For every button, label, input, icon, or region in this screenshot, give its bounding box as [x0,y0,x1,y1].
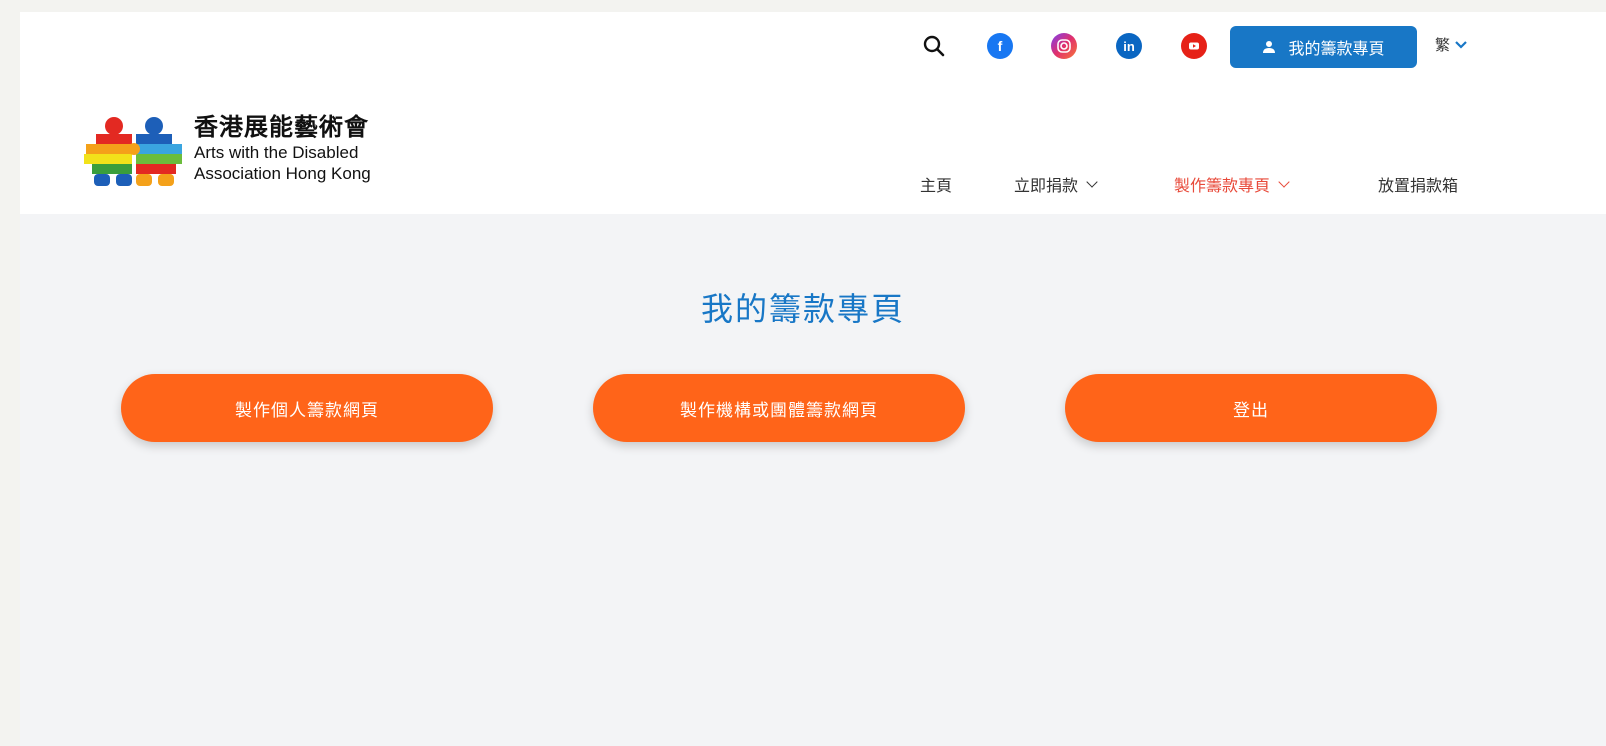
create-organization-page-button[interactable]: 製作機構或團體籌款網頁 [593,374,965,442]
nav-create-fundraising-page[interactable]: 製作籌款專頁 [1174,172,1290,196]
site-header: f in 我的籌款專頁 繁 香港展能藝術會 Arts with the Disa… [20,12,1606,214]
language-label: 繁 [1435,37,1451,54]
logout-label: 登出 [1233,400,1269,420]
create-personal-page-label: 製作個人籌款網頁 [235,400,379,420]
nav-create-fundraising-page-label: 製作籌款專頁 [1174,178,1271,195]
page-title: 我的籌款專頁 [700,291,905,327]
logout-button[interactable]: 登出 [1065,374,1437,442]
nav-home-label: 主頁 [920,178,953,195]
main-nav: 主頁 立即捐款 製作籌款專頁 放置捐款箱 [20,172,1606,202]
facebook-icon[interactable]: f [986,32,1014,60]
my-fundraising-page-label: 我的籌款專頁 [1288,41,1385,58]
nav-donate-now[interactable]: 立即捐款 [1014,172,1098,196]
utility-bar: f in 我的籌款專頁 繁 [20,26,1606,68]
page: f in 我的籌款專頁 繁 香港展能藝術會 Arts with the Disa… [20,12,1606,746]
create-personal-page-button[interactable]: 製作個人籌款網頁 [121,374,493,442]
youtube-icon[interactable] [1180,32,1208,60]
user-icon [1263,41,1276,53]
nav-donate-now-label: 立即捐款 [1014,178,1079,195]
chevron-down-icon [1455,40,1467,49]
my-fundraising-page-button[interactable]: 我的籌款專頁 [1230,26,1417,68]
instagram-icon[interactable] [1050,32,1078,60]
logo-english-line1: Arts with the Disabled [194,143,359,162]
linkedin-icon[interactable]: in [1115,32,1143,60]
create-organization-page-label: 製作機構或團體籌款網頁 [680,400,878,420]
chevron-down-icon [1278,176,1290,188]
language-switcher[interactable]: 繁 [1435,34,1468,55]
chevron-down-icon [1086,176,1098,188]
logo-chinese-name: 香港展能藝術會 [194,114,369,141]
nav-home[interactable]: 主頁 [920,172,952,196]
nav-place-donation-box-label: 放置捐款箱 [1378,178,1459,195]
search-icon[interactable] [920,32,948,60]
nav-place-donation-box[interactable]: 放置捐款箱 [1378,172,1458,196]
